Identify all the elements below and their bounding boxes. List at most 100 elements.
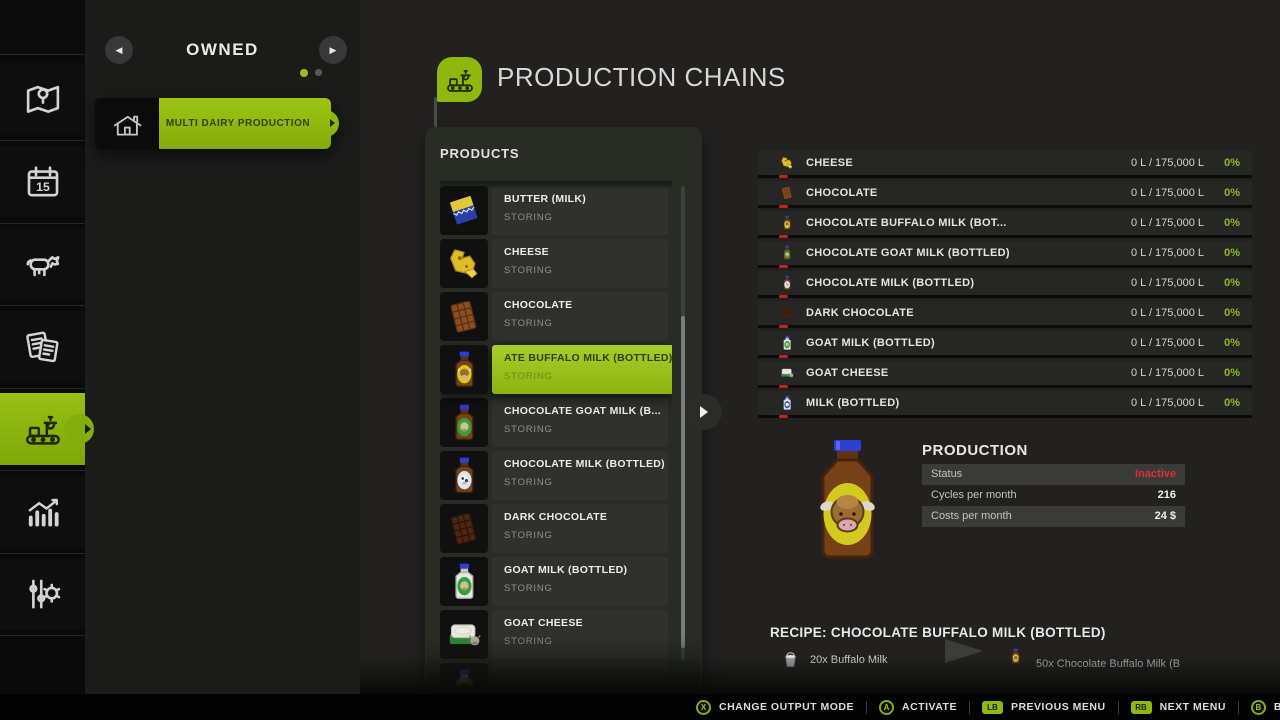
fill-bar-level [779,235,788,238]
production-table: Status Inactive Cycles per month 216 Cos… [922,464,1185,527]
hint-label: B [1274,701,1280,713]
storage-row-chocolate-goat-milk[interactable]: CHOCOLATE GOAT MILK (BOTTLED) 0 L / 175,… [758,241,1252,271]
product-status: STORING [504,371,672,382]
pager-dot-active [300,69,308,77]
divider [0,553,85,554]
storage-row-cheese[interactable]: CHEESE 0 L / 175,000 L 0% [758,151,1252,181]
storage-name: CHOCOLATE [806,187,878,199]
storage-row-chocolate-milk[interactable]: CHOCOLATE MILK (BOTTLED) 0 L / 175,000 L… [758,271,1252,301]
fill-bar [758,355,1252,358]
production-title: PRODUCTION [922,442,1028,459]
goat-milk-bottle-icon [779,335,795,351]
chocolate-icon [779,185,795,201]
milk-bottle-icon [779,395,795,411]
cheese-icon [779,155,795,171]
product-name: CHEESE [504,246,668,258]
cheese-icon [440,239,488,288]
storage-percent: 0% [1224,187,1240,199]
dark-chocolate-icon [779,305,795,321]
sidebar-item-production[interactable] [0,393,85,465]
owned-item-multi-dairy-production[interactable]: MULTI DAIRY PRODUCTION [95,98,335,149]
cycles-value: 216 [1158,489,1176,501]
expand-arrow-icon [700,406,708,418]
storage-amount: 0 L / 175,000 L [1131,217,1204,229]
production-icon [22,408,64,450]
fill-bar-level [779,205,788,208]
hint-previous-menu[interactable]: LB PREVIOUS MENU [970,701,1118,714]
product-item-chocolate-goat-milk[interactable]: CHOCOLATE GOAT MILK (B... STORING [440,398,668,447]
storage-row-chocolate-buffalo-milk[interactable]: CHOCOLATE BUFFALO MILK (BOT... 0 L / 175… [758,211,1252,241]
goat-cheese-icon [779,365,795,381]
product-status: STORING [504,477,668,488]
settings-icon [22,573,64,615]
choc-milk-bottle-icon [440,451,488,500]
product-name: DARK CHOCOLATE [504,511,668,523]
sidebar-item-contracts[interactable] [0,311,85,383]
products-list: BUTTER (MILK)STORING CHEESE STORING CHOCO… [440,181,672,687]
controller-hint-bar: X CHANGE OUTPUT MODE A ACTIVATE LB PREVI… [0,694,1280,720]
table-row-cycles: Cycles per month 216 [922,485,1185,506]
costs-value: 24 $ [1155,510,1176,522]
storage-name: CHOCOLATE MILK (BOTTLED) [806,277,974,289]
hint-back[interactable]: B B [1239,700,1280,715]
product-name: GOAT CHEESE [504,617,668,629]
button-x-icon: X [696,700,711,715]
product-status: STORING [504,265,668,276]
calendar-icon [22,161,64,203]
fill-bar-level [779,355,788,358]
hint-next-menu[interactable]: RB NEXT MENU [1119,701,1238,714]
storage-row-dark-chocolate[interactable]: DARK CHOCOLATE 0 L / 175,000 L 0% [758,301,1252,331]
table-row-status: Status Inactive [922,464,1185,485]
product-item-butter[interactable]: BUTTER (MILK)STORING [440,186,668,235]
product-item-chocolate[interactable]: CHOCOLATE STORING [440,292,668,341]
butter-icon [440,186,488,235]
page-title: PRODUCTION CHAINS [497,62,786,93]
storage-row-goat-cheese[interactable]: GOAT CHEESE 0 L / 175,000 L 0% [758,361,1252,391]
sidebar-item-animals[interactable] [0,228,85,300]
product-item-chocolate-milk[interactable]: CHOCOLATE MILK (BOTTLED)STORING [440,451,668,500]
storage-row-goat-milk[interactable]: GOAT MILK (BOTTLED) 0 L / 175,000 L 0% [758,331,1252,361]
button-rb-icon: RB [1131,701,1152,714]
product-item-goat-milk[interactable]: GOAT MILK (BOTTLED)STORING [440,557,668,606]
button-lb-icon: LB [982,701,1003,714]
product-item-cheese[interactable]: CHEESE STORING [440,239,668,288]
storage-amount: 0 L / 175,000 L [1131,397,1204,409]
storage-row-milk[interactable]: MILK (BOTTLED) 0 L / 175,000 L 0% [758,391,1252,421]
sidebar-item-calendar[interactable] [0,146,85,218]
hint-activate[interactable]: A ACTIVATE [867,700,969,715]
product-name: CHOCOLATE GOAT MILK (B... [504,405,668,417]
fill-bar-level [779,325,788,328]
fill-bar-level [779,265,788,268]
sidebar-top-box [0,0,85,55]
sidebar-item-map[interactable] [0,63,85,135]
storage-percent: 0% [1224,247,1240,259]
product-item-chocolate-buffalo-milk[interactable]: ATE BUFFALO MILK (BOTTLED)STORING [440,345,668,394]
sidebar-item-settings[interactable] [0,558,85,630]
product-status: STORING [504,530,668,541]
fill-bar-level [779,385,788,388]
sidebar-item-statistics[interactable] [0,476,85,548]
storage-name: GOAT MILK (BOTTLED) [806,337,935,349]
storage-percent: 0% [1224,157,1240,169]
production-chains-screen: ◀ OWNED ▶ MULTI DAIRY PRODUCTION PRODUCT… [0,0,1280,720]
product-name: CHOCOLATE [504,299,668,311]
storage-name: GOAT CHEESE [806,367,889,379]
storage-amount: 0 L / 175,000 L [1131,367,1204,379]
storage-name: MILK (BOTTLED) [806,397,899,409]
products-scrollbar-thumb[interactable] [681,316,685,648]
product-status: STORING [504,424,668,435]
hint-change-output-mode[interactable]: X CHANGE OUTPUT MODE [684,700,866,715]
product-item-dark-chocolate[interactable]: DARK CHOCOLATE STORING [440,504,668,553]
row-label: Cycles per month [931,489,1017,501]
storage-percent: 0% [1224,307,1240,319]
product-status: STORING [504,318,668,329]
table-row-costs: Costs per month 24 $ [922,506,1185,527]
owned-next-button[interactable]: ▶ [319,36,347,64]
storage-percent: 0% [1224,337,1240,349]
statistics-icon [22,491,64,533]
fill-bar [758,295,1252,298]
storage-row-chocolate[interactable]: CHOCOLATE 0 L / 175,000 L 0% [758,181,1252,211]
fill-bar [758,265,1252,268]
storage-amount: 0 L / 175,000 L [1131,307,1204,319]
storage-name: CHOCOLATE BUFFALO MILK (BOT... [806,217,1007,229]
